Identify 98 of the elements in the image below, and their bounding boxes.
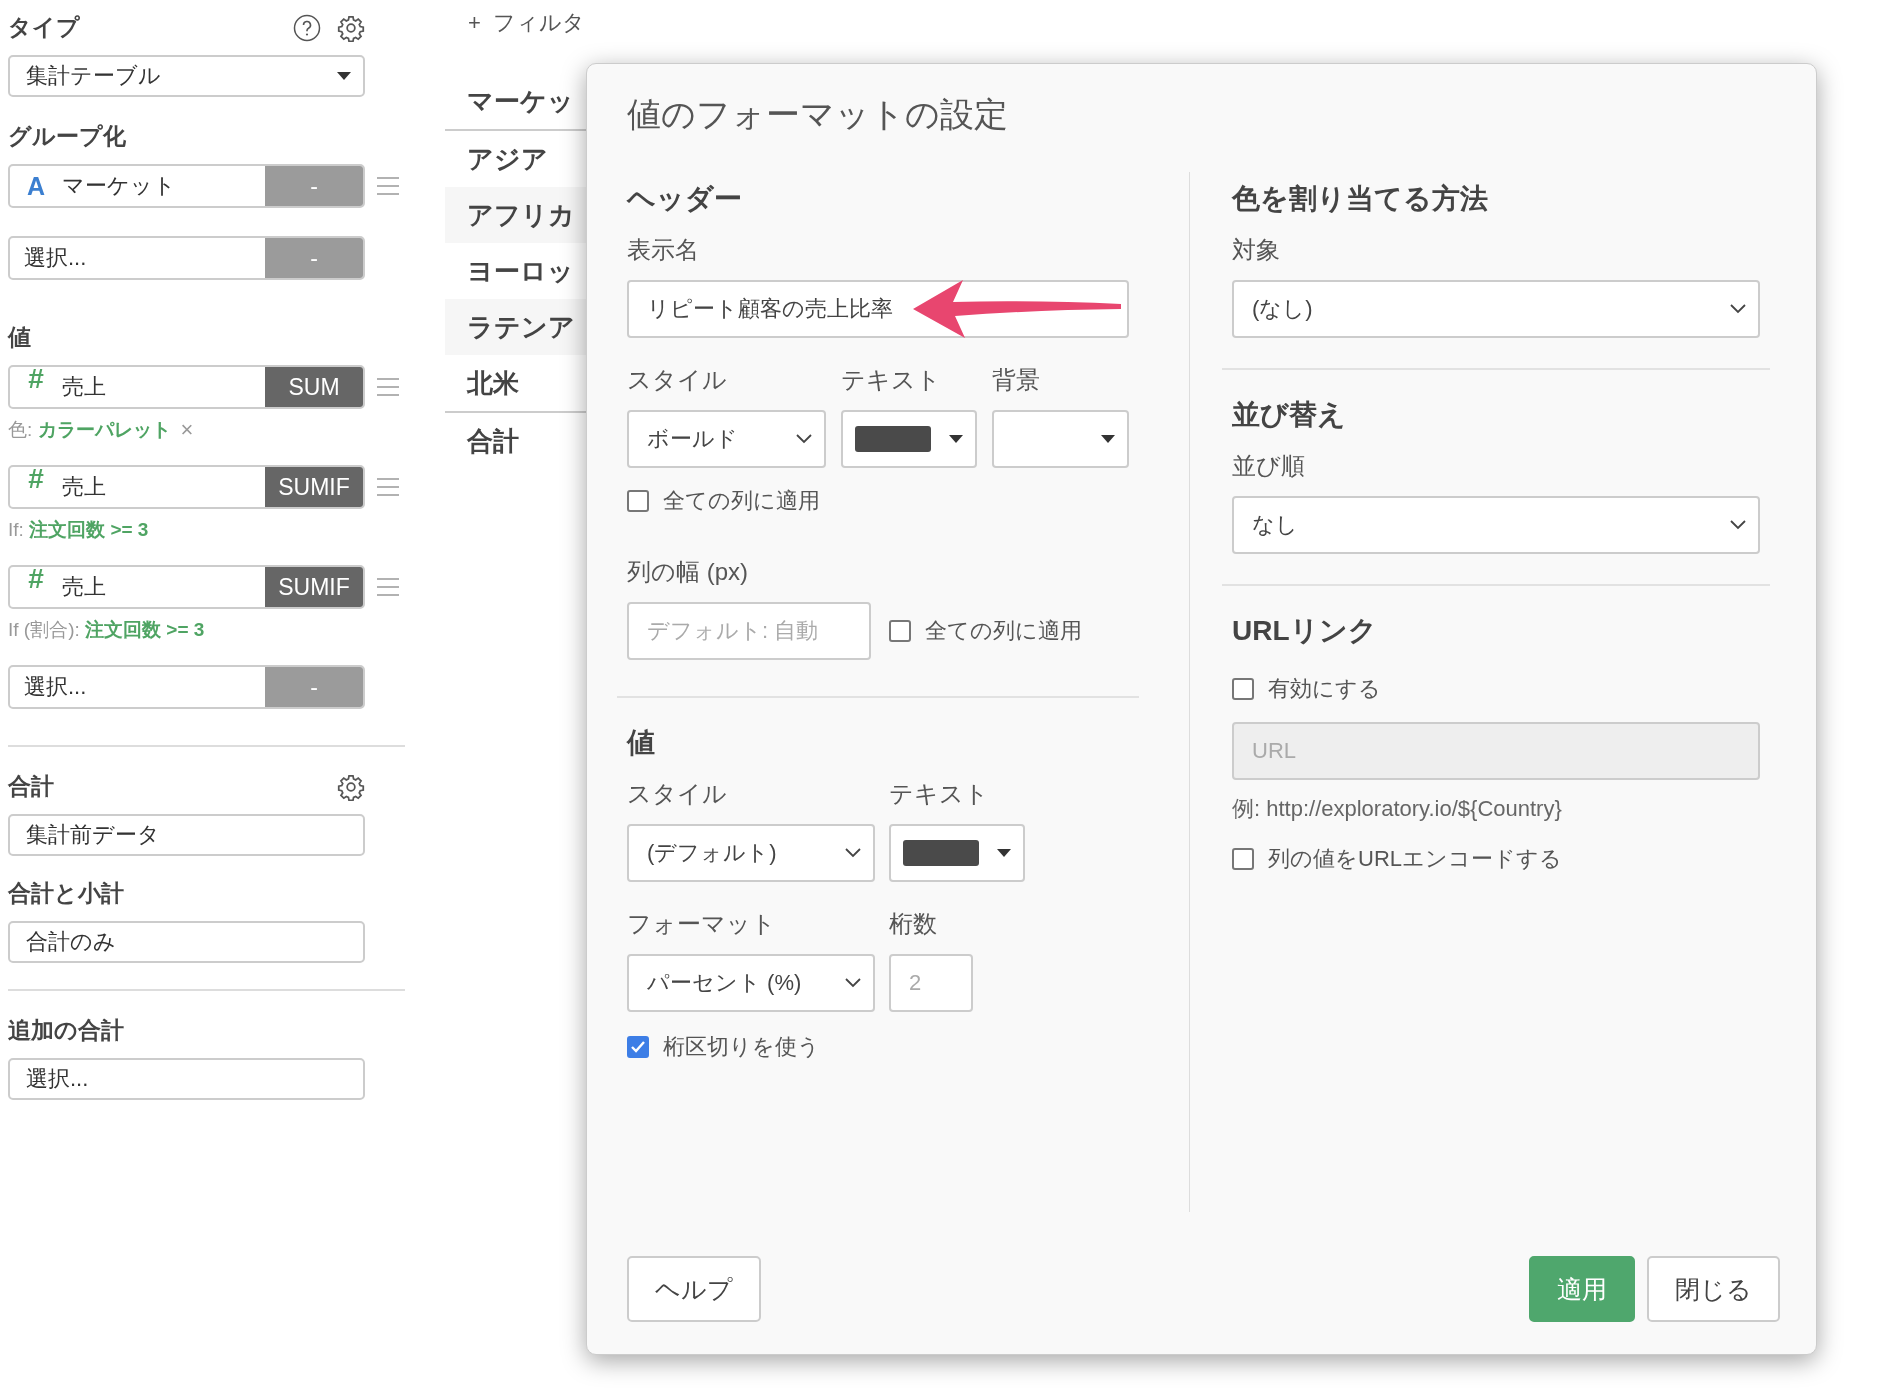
example-text: 例: http://exploratory.io/${Country} xyxy=(1232,795,1563,823)
dropdown[interactable]: 選択... xyxy=(8,1058,365,1100)
column-field[interactable]: 選択... - xyxy=(8,665,365,709)
field-label: テキスト xyxy=(841,365,942,395)
column-field[interactable]: 選択... - xyxy=(8,236,365,280)
chevron-down-icon xyxy=(1730,520,1746,530)
table-cell-text: ヨーロッ xyxy=(467,254,574,288)
table-cell-text: ラテンア xyxy=(467,310,575,344)
dropdown[interactable]: なし xyxy=(1232,496,1760,554)
input-field[interactable]: リピート顧客の売上比率 xyxy=(627,280,1129,338)
chevron-down-icon xyxy=(1730,304,1746,314)
caret-down-icon xyxy=(337,72,351,80)
input-field[interactable]: デフォルト: 自動 xyxy=(627,602,871,660)
section-label: 値 xyxy=(8,323,32,352)
checkbox-label: 全ての列に適用 xyxy=(663,487,820,515)
caption: 色: カラーパレット xyxy=(8,418,171,442)
column-name: 売上 xyxy=(61,573,107,601)
field-label: 桁数 xyxy=(889,909,938,939)
dialog-button[interactable]: 閉じる xyxy=(1647,1256,1780,1322)
column-field[interactable]: A マーケット - xyxy=(8,164,365,208)
type-icon: A xyxy=(16,173,56,199)
dialog-title: 値のフォーマットの設定 xyxy=(627,94,1009,135)
column-name: 売上 xyxy=(61,373,107,401)
field-label: 表示名 xyxy=(627,235,700,265)
input-field[interactable]: 2 xyxy=(889,954,973,1012)
field-label: 対象 xyxy=(1232,235,1281,265)
checkmark-icon xyxy=(631,1041,645,1053)
checkbox[interactable] xyxy=(627,1036,649,1058)
drag-handle-icon[interactable] xyxy=(377,478,399,496)
field-label: 並び順 xyxy=(1232,451,1306,481)
table-cell-text: アフリカ xyxy=(467,198,575,232)
add-filter-button[interactable]: + フィルタ xyxy=(468,8,586,38)
section-heading: 並び替え xyxy=(1232,398,1347,432)
checkbox[interactable] xyxy=(1232,678,1254,700)
column-field[interactable]: # 売上 SUMIF xyxy=(8,465,365,509)
section-heading: 色を割り当てる方法 xyxy=(1232,182,1489,216)
settings-icon[interactable] xyxy=(337,772,365,801)
dropdown[interactable]: 合計のみ xyxy=(8,921,365,963)
chevron-down-icon xyxy=(845,848,861,858)
aggregate-button[interactable]: SUMIF xyxy=(265,567,363,607)
drag-handle-icon[interactable] xyxy=(377,378,399,396)
checkbox[interactable] xyxy=(627,490,649,512)
section-heading: URLリンク xyxy=(1232,614,1378,648)
type-icon: # xyxy=(16,567,56,593)
checkbox-label: 有効にする xyxy=(1268,675,1381,703)
column-field[interactable]: # 売上 SUM xyxy=(8,365,365,409)
dropdown[interactable]: パーセント (%) xyxy=(627,954,875,1012)
caption: If (割合): 注文回数 >= 3 xyxy=(8,618,205,642)
dialog-button[interactable]: ヘルプ xyxy=(627,1256,761,1322)
column-field[interactable]: # 売上 SUMIF xyxy=(8,565,365,609)
column-name: 売上 xyxy=(61,473,107,501)
dropdown[interactable]: ボールド xyxy=(627,410,826,468)
caption: If: 注文回数 >= 3 xyxy=(8,518,149,542)
checkbox-label: 全ての列に適用 xyxy=(925,617,1082,645)
checkbox-label: 列の値をURLエンコードする xyxy=(1268,845,1562,873)
field-label: スタイル xyxy=(627,365,728,395)
aggregate-button[interactable]: SUM xyxy=(265,367,363,407)
chevron-down-icon xyxy=(845,978,861,988)
caret-down-icon xyxy=(949,435,963,443)
settings-icon[interactable] xyxy=(337,13,365,42)
field-label: スタイル xyxy=(627,779,728,809)
drag-handle-icon[interactable] xyxy=(377,177,399,195)
column-name: マーケット xyxy=(61,172,177,200)
chevron-down-icon xyxy=(796,434,812,444)
field-label: テキスト xyxy=(889,779,990,809)
table-cell-text: アジア xyxy=(467,142,548,176)
section-heading: 値 xyxy=(627,726,656,760)
type-icon: # xyxy=(16,367,56,393)
checkbox[interactable] xyxy=(889,620,911,642)
select-placeholder: 選択... xyxy=(23,673,88,701)
total-cell-text: 合計 xyxy=(467,424,519,458)
color-picker[interactable] xyxy=(841,410,977,468)
dropdown[interactable]: (デフォルト) xyxy=(627,824,875,882)
color-picker[interactable] xyxy=(889,824,1025,882)
select-placeholder: 選択... xyxy=(23,244,88,272)
field-label: フォーマット xyxy=(627,909,777,939)
table-cell-text: 北米 xyxy=(467,366,519,400)
section-label: 合計と小計 xyxy=(8,879,124,908)
color-picker[interactable] xyxy=(992,410,1129,468)
aggregate-button[interactable]: SUMIF xyxy=(265,467,363,507)
section-label: タイプ xyxy=(8,13,80,42)
drag-handle-icon[interactable] xyxy=(377,578,399,596)
dropdown[interactable]: (なし) xyxy=(1232,280,1760,338)
dropdown[interactable]: 集計前データ xyxy=(8,814,365,856)
column-header: マーケッ xyxy=(467,84,574,118)
checkbox-label: 桁区切りを使う xyxy=(663,1033,820,1061)
checkbox[interactable] xyxy=(1232,848,1254,870)
type-icon: # xyxy=(16,467,56,493)
section-label: 追加の合計 xyxy=(8,1016,124,1045)
section-label: グループ化 xyxy=(8,122,127,151)
help-icon[interactable] xyxy=(293,13,321,42)
field-label: 列の幅 (px) xyxy=(627,557,749,587)
caret-down-icon xyxy=(1101,435,1115,443)
dropdown[interactable]: 集計テーブル xyxy=(8,55,365,97)
field-label: 背景 xyxy=(992,365,1041,395)
section-label: 合計 xyxy=(8,772,54,801)
section-heading: ヘッダー xyxy=(627,182,743,216)
caret-down-icon xyxy=(997,849,1011,857)
